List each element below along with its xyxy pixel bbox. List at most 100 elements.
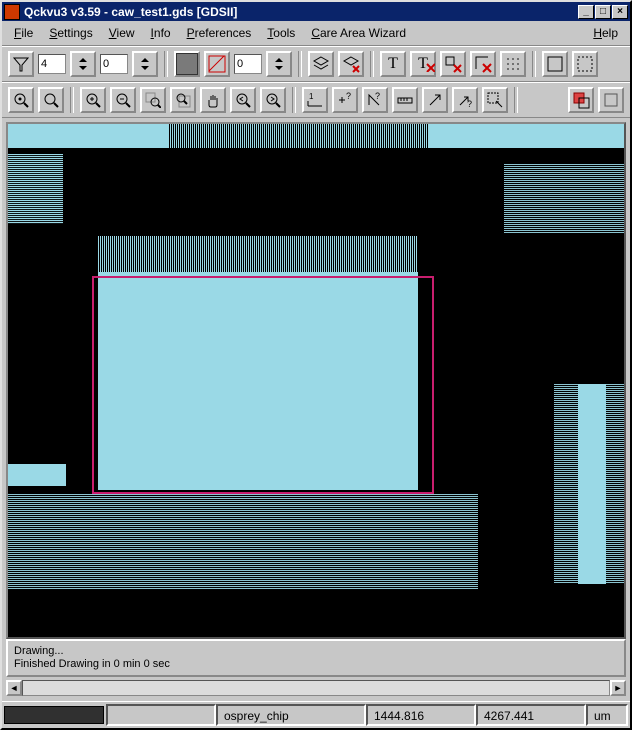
layers-button[interactable] [308,51,334,77]
measure-angle-button[interactable]: ? [362,87,388,113]
fill-mode-button[interactable] [174,51,200,77]
footer-units: um [586,704,628,726]
select-rect-button[interactable] [542,51,568,77]
hscroll-row: ◄ ► [6,679,626,697]
point-query-icon: ? [336,91,354,109]
menu-care-area-wizard[interactable]: Care Area Wizard [303,24,414,42]
footer-bar: osprey_chip 1444.816 4267.441 um [2,701,630,728]
menu-bar: File Settings View Info Preferences Tool… [2,21,630,46]
filter-size-input[interactable] [100,54,128,74]
zoom-home-button[interactable] [8,87,34,113]
text-off-button[interactable]: T [410,51,436,77]
status-line-2: Finished Drawing in 0 min 0 sec [14,658,618,671]
toolbar-2: 1 ? ? ? [2,82,630,118]
nesting-up-button[interactable] [70,51,96,77]
close-button[interactable]: × [612,5,628,19]
window-buttons: _ □ × [578,5,628,19]
zoom-in-button[interactable] [80,87,106,113]
text-icon: T [388,55,398,73]
care-area-rectangle[interactable] [92,276,434,494]
arrow-out-icon [426,91,444,109]
marker-off-button[interactable] [440,51,466,77]
magnifier-icon [43,92,59,108]
outline-mode-button[interactable] [204,51,230,77]
toolbar-separator [532,51,536,77]
toolbar-1: T T [2,46,630,82]
horizontal-scrollbar[interactable] [22,680,610,696]
select-dashed-button[interactable] [572,51,598,77]
dashed-arrow-icon [486,91,504,109]
toolbar-separator [164,51,168,77]
menu-settings[interactable]: Settings [41,24,100,42]
filter2-input[interactable] [234,54,262,74]
menu-tools[interactable]: Tools [259,24,303,42]
hand-icon [205,92,221,108]
stop-button[interactable] [598,87,624,113]
grid-dots-button[interactable] [500,51,526,77]
filter2-spinner-button[interactable] [266,51,292,77]
nesting-level-input[interactable] [38,54,66,74]
progress-indicator [4,706,104,724]
menu-file[interactable]: File [6,24,41,42]
measure-point-button[interactable]: ? [332,87,358,113]
status-line-1: Drawing... [14,645,618,658]
select-area-button[interactable] [482,87,508,113]
magnifier-left-icon [235,92,251,108]
dashed-rect-icon [576,55,594,73]
magnifier-home-icon [13,92,29,108]
toolbar-separator [298,51,302,77]
layout-viewport[interactable] [6,122,626,639]
ruler-origin-button[interactable]: 1 [302,87,328,113]
zoom-area-minus-button[interactable] [170,87,196,113]
toolbar-separator [514,87,518,113]
footer-coord-y: 4267.441 [476,704,586,726]
scroll-left-button[interactable]: ◄ [6,680,22,696]
app-icon [4,4,20,20]
scroll-right-button[interactable]: ► [610,680,626,696]
toolbar-separator [292,87,296,113]
menu-info[interactable]: Info [143,24,179,42]
status-log: Drawing... Finished Drawing in 0 min 0 s… [6,639,626,677]
highlight-button[interactable] [568,87,594,113]
zoom-out-button[interactable] [110,87,136,113]
ruler-icon [396,91,414,109]
sref-x-icon [474,55,492,73]
arrow-query-icon: ? [456,91,474,109]
measure-vector-button[interactable] [422,87,448,113]
svg-text:1: 1 [309,92,314,101]
spinner-icon [138,57,152,71]
magnifier-minus-icon [115,92,131,108]
footer-coord-x: 1444.816 [366,704,476,726]
magnifier-rect-minus-icon [175,92,191,108]
svg-text:?: ? [375,91,380,101]
maximize-button[interactable]: □ [595,5,611,19]
zoom-prev-button[interactable] [230,87,256,113]
sref-off-button[interactable] [470,51,496,77]
rect-icon [546,55,564,73]
main-window: Qckvu3 v3.59 - caw_test1.gds [GDSII] _ □… [0,0,632,730]
minimize-button[interactable]: _ [578,5,594,19]
layers-icon [312,55,330,73]
zoom-next-button[interactable] [260,87,286,113]
spinner-icon [272,57,286,71]
zoom-area-plus-button[interactable] [140,87,166,113]
layers-remove-button[interactable] [338,51,364,77]
filter-funnel-button[interactable] [8,51,34,77]
svg-text:?: ? [467,99,472,109]
window-title: Qckvu3 v3.59 - caw_test1.gds [GDSII] [24,5,578,19]
text-on-button[interactable]: T [380,51,406,77]
zoom-button[interactable] [38,87,64,113]
measure-dist-button[interactable] [392,87,418,113]
fill-swatch-icon [176,53,198,75]
menu-preferences[interactable]: Preferences [179,24,260,42]
footer-empty-1 [106,704,216,726]
overlap-rect-icon [572,91,590,109]
menu-help[interactable]: Help [585,24,626,42]
filter-up-button[interactable] [132,51,158,77]
layers-x-icon [342,55,360,73]
ruler-origin-icon: 1 [306,91,324,109]
what-is-button[interactable]: ? [452,87,478,113]
stop-icon [602,91,620,109]
menu-view[interactable]: View [101,24,143,42]
pan-button[interactable] [200,87,226,113]
